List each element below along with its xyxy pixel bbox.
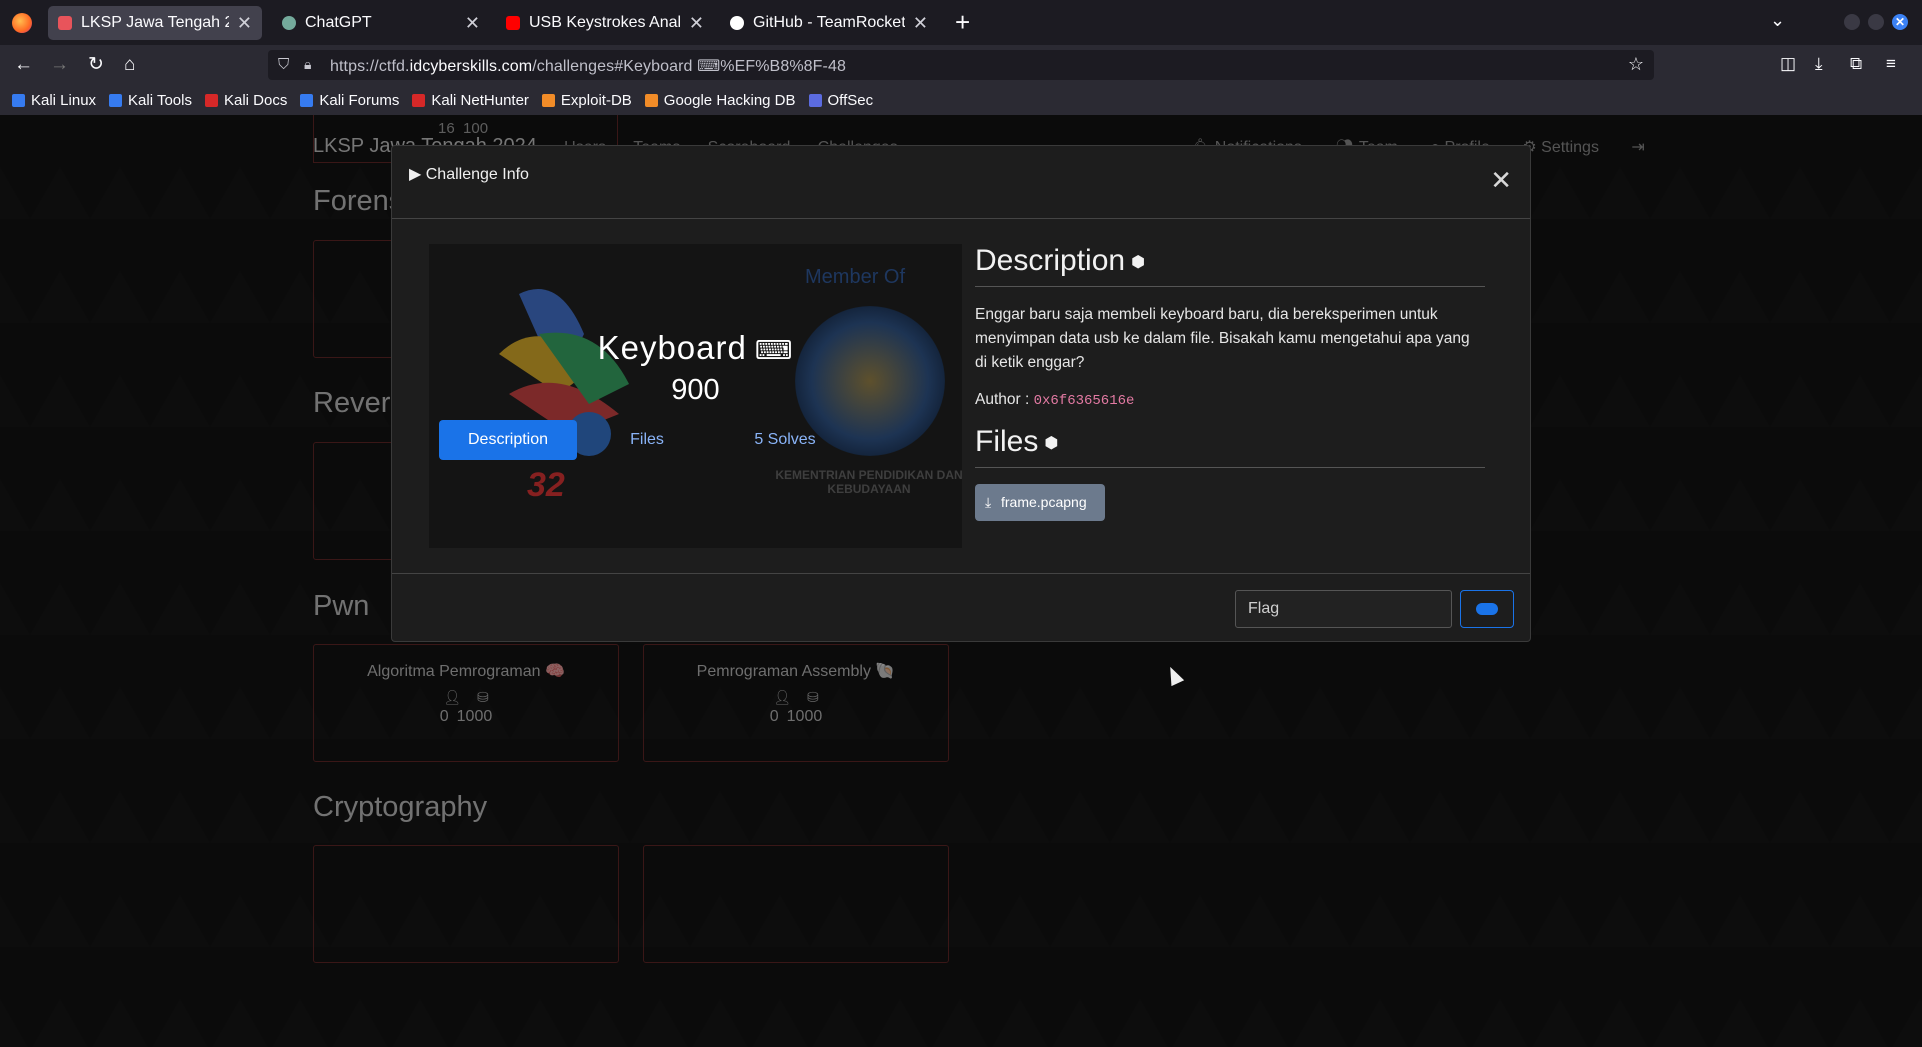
browser-tabbar: LKSP Jawa Tengah 2024 ✕ ChatGPT ✕ USB Ke… — [0, 0, 1922, 45]
close-tab-icon[interactable]: ✕ — [465, 13, 480, 34]
challenge-value: 900 — [671, 374, 720, 406]
offsec-icon — [808, 93, 822, 107]
bookmark-star-icon[interactable]: ☆ — [1628, 54, 1644, 75]
modal-title: ▶ Challenge Info — [409, 166, 529, 183]
tab-label: LKSP Jawa Tengah 2024 — [81, 14, 229, 31]
challenge-modal: ▶ Challenge Info ✕ 32 Member Of KEMENTRI… — [391, 145, 1531, 642]
submit-flag-button[interactable] — [1460, 590, 1514, 628]
github-favicon-icon — [730, 16, 744, 30]
bookmarks-bar: Kali Linux Kali Tools Kali Docs Kali For… — [0, 85, 1922, 115]
lock-icon[interactable]: 🔒︎ — [304, 56, 311, 73]
extensions-icon[interactable]: ⧉ — [1850, 54, 1862, 74]
new-tab-icon[interactable]: + — [955, 8, 970, 36]
back-arrow-icon[interactable]: ← — [14, 53, 33, 77]
bookmark-exploit-db[interactable]: Exploit-DB — [541, 92, 632, 109]
author-line: Author : 0x6f6365616e — [975, 391, 1135, 409]
ministry-label: KEMENTRIAN PENDIDIKAN DAN KEBUDAYAAN — [775, 468, 962, 496]
forward-arrow-icon[interactable]: → — [50, 53, 69, 77]
url-bar[interactable]: ⛉ 🔒︎ https://ctfd.idcyberskills.com/chal… — [268, 50, 1654, 80]
close-tab-icon[interactable]: ✕ — [237, 13, 252, 34]
description-heading: Description ⬢ — [975, 244, 1485, 287]
firefox-logo-icon[interactable] — [12, 13, 32, 33]
challenge-name: Keyboard ⌨ — [597, 329, 794, 366]
modal-header: ▶ Challenge Info ✕ — [392, 146, 1530, 219]
pocket-icon[interactable]: ◫ — [1780, 54, 1796, 74]
download-icon[interactable]: ⤓ — [1815, 54, 1823, 74]
bookmark-kali-forums[interactable]: Kali Forums — [300, 92, 399, 109]
close-tab-icon[interactable]: ✕ — [913, 13, 928, 34]
maximize-window-icon[interactable] — [1868, 14, 1884, 30]
files-heading: Files ⬢ — [975, 425, 1485, 468]
exploit-db-icon — [541, 93, 555, 107]
kali-docs-icon — [204, 93, 218, 107]
event-number: 32 — [527, 466, 565, 504]
challenge-details: Description ⬢ Enggar baru saja membeli ke… — [975, 244, 1485, 521]
kali-tools-icon — [109, 93, 123, 107]
chatgpt-favicon-icon — [282, 16, 296, 30]
description-text: Enggar baru saja membeli keyboard baru, … — [975, 306, 1470, 371]
cube-icon: ⬢ — [1044, 435, 1059, 453]
tab-chatgpt[interactable]: ChatGPT ✕ — [272, 6, 490, 40]
tab-youtube[interactable]: USB Keystrokes Analysis ✕ — [496, 6, 714, 40]
tab-label: USB Keystrokes Analysis — [529, 14, 681, 31]
bookmark-google-hacking-db[interactable]: Google Hacking DB — [644, 92, 796, 109]
tab-github[interactable]: GitHub - TeamRocketIst/c ✕ — [720, 6, 938, 40]
reload-icon[interactable]: ↻ — [88, 53, 104, 77]
member-of-label: Member Of — [805, 266, 906, 288]
download-icon: ⤓ — [985, 494, 992, 510]
ghdb-icon — [644, 93, 658, 107]
ctfd-page: 16 100 LKSP Jawa Tengah 2024 Users Teams… — [0, 115, 1922, 1047]
kali-forums-icon — [300, 93, 314, 107]
menu-icon[interactable]: ≡ — [1886, 54, 1896, 74]
nethunter-icon — [412, 93, 426, 107]
kali-icon — [12, 93, 25, 107]
youtube-favicon-icon — [506, 16, 520, 30]
challenge-banner: 32 Member Of KEMENTRIAN PENDIDIKAN DAN K… — [429, 244, 962, 548]
tab-label: GitHub - TeamRocketIst/c — [753, 14, 905, 31]
bookmark-kali-tools[interactable]: Kali Tools — [109, 92, 192, 109]
close-window-icon[interactable]: ✕ — [1892, 14, 1908, 30]
bookmark-offsec[interactable]: OffSec — [808, 92, 873, 109]
gamepad-icon — [1476, 603, 1498, 615]
download-file-button[interactable]: ⤓ frame.pcapng — [975, 484, 1105, 521]
cube-icon: ⬢ — [1131, 254, 1146, 272]
shield-icon[interactable]: ⛉ — [278, 56, 289, 73]
bookmark-kali-docs[interactable]: Kali Docs — [204, 92, 287, 109]
tab-files[interactable]: Files — [607, 420, 687, 460]
tab-label: ChatGPT — [305, 14, 372, 31]
close-tab-icon[interactable]: ✕ — [689, 13, 704, 34]
chevron-down-icon[interactable]: ⌄ — [1770, 10, 1785, 31]
minimize-window-icon[interactable] — [1844, 14, 1860, 30]
bookmark-kali-linux[interactable]: Kali Linux — [12, 92, 96, 109]
tab-description[interactable]: Description — [439, 420, 577, 460]
flag-input[interactable]: Flag — [1235, 590, 1452, 628]
home-icon[interactable]: ⌂ — [124, 53, 135, 77]
tab-lksp[interactable]: LKSP Jawa Tengah 2024 ✕ — [48, 6, 262, 40]
modal-footer: Flag — [392, 573, 1530, 642]
ctfd-favicon-icon — [58, 16, 72, 30]
close-icon[interactable]: ✕ — [1490, 167, 1512, 193]
browser-navbar: ← → ↻ ⌂ ⛉ 🔒︎ https://ctfd.idcyberskills.… — [0, 45, 1922, 85]
tab-solves[interactable]: 5 Solves — [739, 420, 831, 460]
url-text[interactable]: https://ctfd.idcyberskills.com/challenge… — [330, 56, 846, 76]
author-name: 0x6f6365616e — [1033, 393, 1135, 409]
keyboard-icon: ⌨ — [754, 334, 794, 365]
bookmark-kali-nethunter[interactable]: Kali NetHunter — [412, 92, 529, 109]
